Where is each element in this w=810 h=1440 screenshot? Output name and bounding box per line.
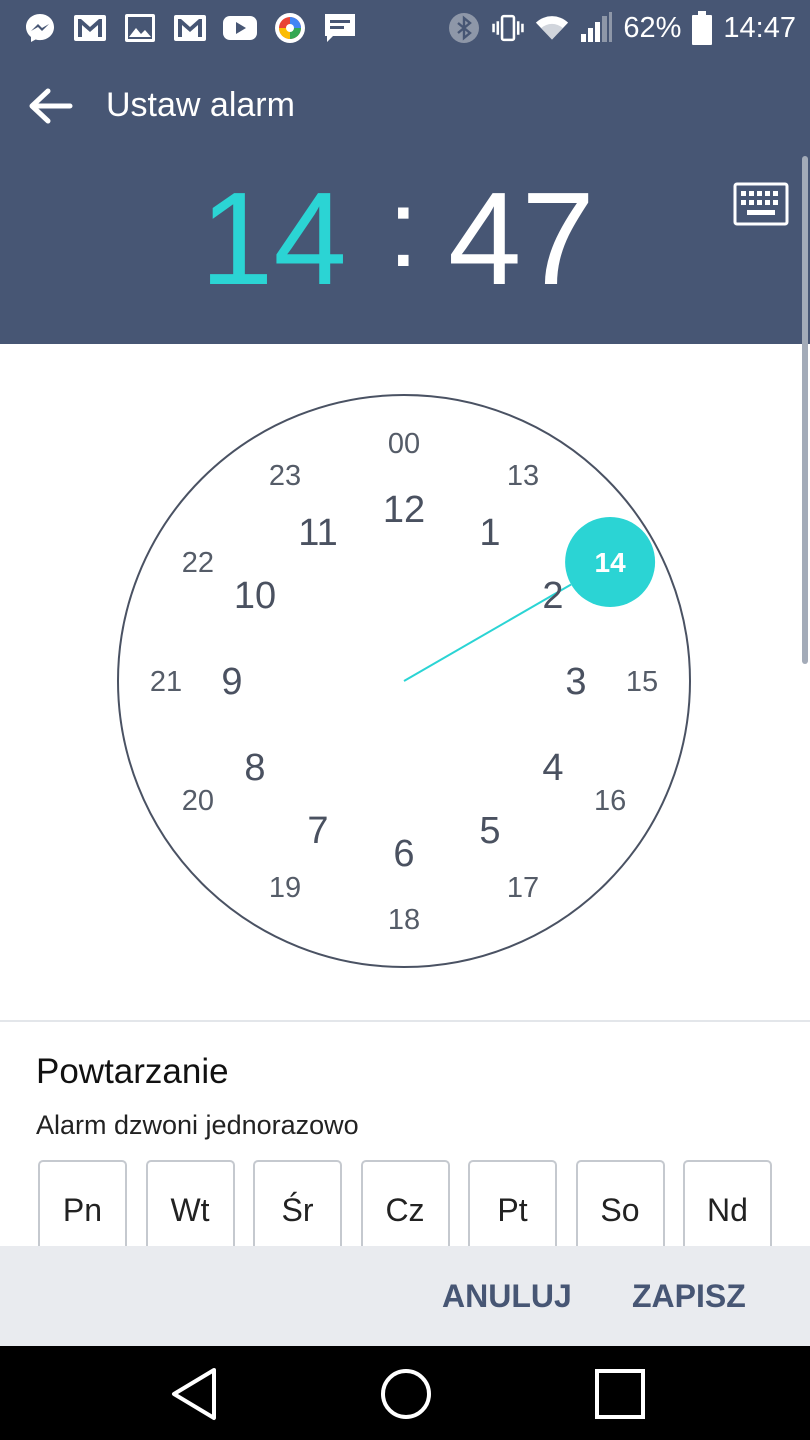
day-button-thu[interactable]: Cz (360, 1160, 450, 1260)
clock-hour-inner[interactable]: 11 (298, 512, 337, 554)
status-bar: 62% 14:47 (0, 0, 810, 56)
signal-icon (579, 11, 613, 45)
clock-hour-selected[interactable]: 14 (595, 547, 627, 578)
battery-percent: 62% (623, 11, 682, 44)
notification-icons (22, 10, 358, 46)
back-arrow-icon (29, 88, 73, 124)
clock-hour-inner[interactable]: 9 (221, 661, 242, 703)
clock-hour-inner[interactable]: 5 (479, 810, 500, 852)
day-button-wed[interactable]: Śr (253, 1160, 342, 1260)
day-button-tue[interactable]: Wt (145, 1160, 235, 1260)
clock-hour-outer[interactable]: 18 (388, 904, 420, 936)
clock-hour-inner[interactable]: 2 (542, 575, 563, 617)
gallery-icon (122, 10, 158, 46)
day-button-sun[interactable]: Nd (683, 1160, 772, 1260)
gmail-icon (172, 10, 208, 46)
clock-hour-inner[interactable]: 7 (307, 810, 328, 852)
square-recents-icon (595, 1369, 645, 1419)
section-divider (0, 1020, 810, 1022)
clock-hour-inner[interactable]: 10 (234, 575, 276, 617)
photos-icon (272, 10, 308, 46)
message-icon (322, 10, 358, 46)
day-selector: Pn Wt Śr Cz Pt So Nd (38, 1160, 772, 1260)
clock-hour-outer[interactable]: 23 (269, 460, 301, 492)
clock-hour-outer[interactable]: 15 (626, 666, 658, 698)
hour-display[interactable]: 14 (200, 164, 347, 314)
vibrate-icon (491, 11, 525, 45)
status-time: 14:47 (723, 11, 796, 44)
page-title: Ustaw alarm (106, 86, 295, 124)
action-bar: ANULUJ ZAPISZ (0, 1246, 810, 1346)
nav-recents-button[interactable] (590, 1366, 650, 1422)
gmail-icon (72, 10, 108, 46)
clock-hour-outer[interactable]: 22 (182, 547, 214, 579)
circle-home-icon (381, 1369, 431, 1419)
clock-face[interactable]: 001314151617181920212223121234567891011 (0, 344, 810, 1020)
back-button[interactable] (24, 84, 76, 128)
time-separator: : (388, 167, 419, 290)
clock-hour-inner[interactable]: 4 (542, 747, 563, 789)
clock-hour-outer[interactable]: 00 (388, 428, 420, 460)
youtube-icon (222, 10, 258, 46)
repeat-title: Powtarzanie (36, 1052, 229, 1091)
clock-hour-inner[interactable]: 3 (565, 661, 586, 703)
clock-hour-inner[interactable]: 6 (393, 833, 414, 875)
clock-hour-inner[interactable]: 1 (479, 512, 500, 554)
clock-hour-outer[interactable]: 20 (182, 785, 214, 817)
day-button-mon[interactable]: Pn (38, 1160, 127, 1260)
alarm-header: Ustaw alarm 14 : 47 (0, 56, 810, 344)
navigation-bar (0, 1346, 810, 1440)
nav-back-button[interactable] (164, 1366, 224, 1422)
clock-hour-outer[interactable]: 13 (507, 460, 539, 492)
clock-hour-inner[interactable]: 12 (383, 489, 425, 531)
messenger-icon (22, 10, 58, 46)
clock-hour-inner[interactable]: 8 (244, 747, 265, 789)
keyboard-icon (733, 182, 789, 226)
clock-picker[interactable]: 00 13 14 15 16 17 18 19 20 21 22 23 12 1 2 3 4 5 6 7 8 9 10 11 (0, 344, 810, 1020)
battery-icon (691, 11, 713, 45)
bluetooth-icon (447, 11, 481, 45)
clock-hour-outer[interactable]: 17 (507, 872, 539, 904)
clock-hour-outer[interactable]: 19 (269, 872, 301, 904)
minute-display[interactable]: 47 (448, 164, 595, 314)
repeat-subtitle: Alarm dzwoni jednorazowo (36, 1110, 359, 1140)
system-status: 62% 14:47 (447, 8, 796, 48)
save-button[interactable]: ZAPISZ (632, 1278, 746, 1315)
clock-hour-outer[interactable]: 16 (594, 785, 626, 817)
day-button-sat[interactable]: So (575, 1160, 665, 1260)
wifi-icon (535, 11, 569, 45)
triangle-back-icon (172, 1368, 216, 1420)
nav-home-button[interactable] (376, 1366, 436, 1422)
cancel-button[interactable]: ANULUJ (442, 1278, 572, 1315)
keyboard-input-button[interactable] (730, 180, 792, 228)
clock-hour-outer[interactable]: 21 (150, 666, 182, 698)
day-button-fri[interactable]: Pt (468, 1160, 557, 1260)
